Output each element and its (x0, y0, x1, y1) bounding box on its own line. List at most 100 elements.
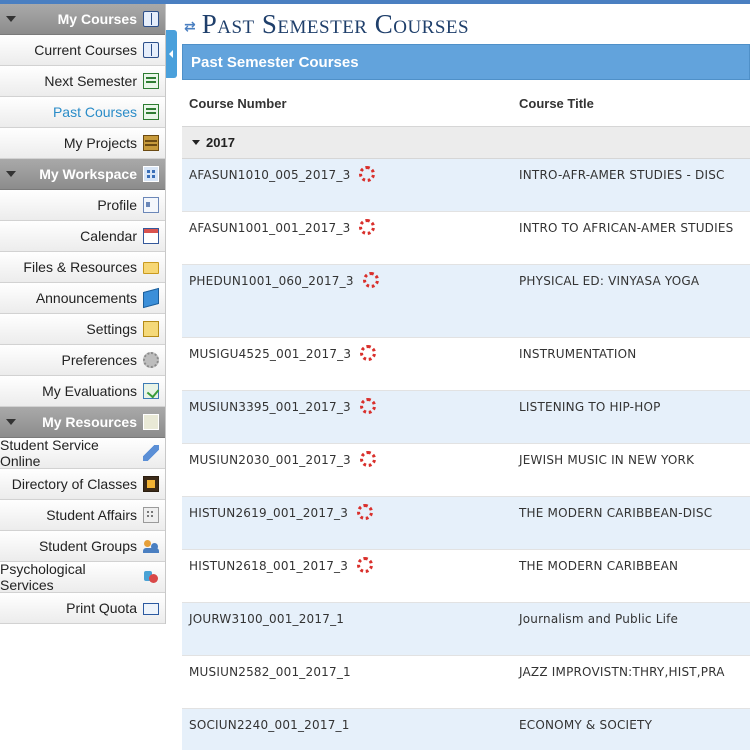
sidebar-item-label: Student Groups (38, 538, 137, 554)
sidebar-item[interactable]: Profile (0, 190, 165, 221)
directory-icon (143, 476, 159, 492)
canvas-logo-icon[interactable] (362, 272, 379, 288)
course-number[interactable]: AFASUN1010_005_2017_3 (189, 168, 350, 182)
course-title-cell: JAZZ IMPROVISTN:THRY,HIST,PRA (519, 665, 725, 679)
table-row[interactable]: AFASUN1010_005_2017_3 INTRO-AFR-AMER STUD… (182, 159, 750, 212)
sidebar-item[interactable]: Next Semester (0, 66, 165, 97)
past-courses-icon (143, 104, 159, 120)
course-number[interactable]: AFASUN1001_001_2017_3 (189, 221, 350, 235)
sidebar-item[interactable]: Files & Resources (0, 252, 165, 283)
course-title-cell: INTRO-AFR-AMER STUDIES - DISC (519, 168, 725, 182)
course-number[interactable]: MUSIUN2582_001_2017_1 (189, 665, 351, 679)
psych-services-icon (143, 569, 159, 585)
projects-icon (143, 135, 159, 151)
course-number-cell: AFASUN1010_005_2017_3 (182, 159, 512, 182)
table-row[interactable]: AFASUN1001_001_2017_3 INTRO TO AFRICAN-AM… (182, 212, 750, 265)
resources-icon (143, 414, 159, 430)
main-content: ⇄ Past Semester Courses Past Semester Co… (182, 4, 750, 750)
canvas-logo-icon[interactable] (359, 451, 376, 467)
sidebar-item[interactable]: Past Courses (0, 97, 165, 128)
folder-icon (143, 262, 159, 274)
course-title-cell: THE MODERN CARIBBEAN (519, 559, 679, 573)
swap-arrows-icon[interactable]: ⇄ (184, 18, 196, 35)
table-row[interactable]: MUSIGU4525_001_2017_3 INSTRUMENTATION (182, 338, 750, 391)
course-number-cell: SOCIUN2240_001_2017_1 (182, 709, 512, 732)
table-row[interactable]: MUSIUN3395_001_2017_3 LISTENING TO HIP-HO… (182, 391, 750, 444)
workspace-grid-icon (143, 166, 159, 182)
course-number-cell: JOURW3100_001_2017_1 (182, 603, 512, 626)
canvas-logo-icon[interactable] (357, 504, 374, 520)
sidebar-item[interactable]: Calendar (0, 221, 165, 252)
sidebar: My Courses Current Courses Next Semester Pa… (0, 4, 166, 624)
year-group-label: 2017 (206, 135, 235, 150)
sidebar-item[interactable]: Student Service Online (0, 437, 165, 469)
sidebar-item[interactable]: Directory of Classes (0, 469, 165, 500)
course-number-cell: MUSIUN2030_001_2017_3 (182, 444, 512, 467)
canvas-logo-icon[interactable] (359, 219, 376, 235)
course-number[interactable]: JOURW3100_001_2017_1 (189, 612, 344, 626)
course-number[interactable]: HISTUN2618_001_2017_3 (189, 559, 348, 573)
sidebar-item[interactable]: Announcements (0, 283, 165, 314)
course-number-cell: MUSIGU4525_001_2017_3 (182, 338, 512, 361)
sidebar-item-label: Profile (97, 197, 137, 213)
course-number[interactable]: MUSIUN3395_001_2017_3 (189, 400, 351, 414)
course-table-body: AFASUN1010_005_2017_3 INTRO-AFR-AMER STUD… (182, 159, 750, 750)
year-group-row[interactable]: 2017 (182, 126, 750, 159)
course-number[interactable]: SOCIUN2240_001_2017_1 (189, 718, 350, 732)
section-title: My Resources (42, 414, 137, 430)
course-number[interactable]: HISTUN2619_001_2017_3 (189, 506, 348, 520)
canvas-logo-icon[interactable] (359, 398, 376, 414)
sidebar-item[interactable]: Settings (0, 314, 165, 345)
table-row[interactable]: HISTUN2618_001_2017_3 THE MODERN CARIBBEA… (182, 550, 750, 603)
table-row[interactable]: JOURW3100_001_2017_1 Journalism and Publi… (182, 603, 750, 656)
sidebar-item[interactable]: Student Affairs (0, 500, 165, 531)
canvas-logo-icon[interactable] (357, 557, 374, 573)
sidebar-item[interactable]: My Projects (0, 128, 165, 159)
caret-down-icon[interactable] (6, 171, 16, 177)
column-header-title[interactable]: Course Title (512, 96, 750, 111)
course-number[interactable]: MUSIGU4525_001_2017_3 (189, 347, 351, 361)
course-number[interactable]: PHEDUN1001_060_2017_3 (189, 274, 354, 288)
course-title-cell: Journalism and Public Life (519, 612, 679, 626)
course-title-cell: THE MODERN CARIBBEAN-DISC (519, 506, 713, 520)
building-icon (143, 507, 159, 523)
course-title-cell: ECONOMY & SOCIETY (519, 718, 653, 732)
course-number-cell: MUSIUN2582_001_2017_1 (182, 656, 512, 679)
course-title-cell: PHYSICAL ED: VINYASA YOGA (519, 274, 700, 288)
settings-icon (143, 321, 159, 337)
sidebar-item[interactable]: Psychological Services (0, 561, 165, 593)
table-row[interactable]: SOCIUN2240_001_2017_1 ECONOMY & SOCIETY (182, 709, 750, 750)
page-title: Past Semester Courses (201, 8, 470, 39)
sidebar-item[interactable]: Preferences (0, 345, 165, 376)
sidebar-item[interactable]: Student Groups (0, 531, 165, 562)
sidebar-collapse-toggle[interactable] (166, 30, 177, 78)
gear-icon (143, 352, 159, 368)
table-row[interactable]: PHEDUN1001_060_2017_3 PHYSICAL ED: VINYAS… (182, 265, 750, 338)
section-title: My Workspace (39, 166, 137, 182)
course-title-cell: JEWISH MUSIC IN NEW YORK (519, 453, 695, 467)
sidebar-item[interactable]: My Evaluations (0, 376, 165, 407)
caret-down-icon[interactable] (6, 419, 16, 425)
panel-header: Past Semester Courses (182, 44, 750, 80)
column-header-number[interactable]: Course Number (182, 96, 512, 111)
table-row[interactable]: HISTUN2619_001_2017_3 THE MODERN CARIBBEA… (182, 497, 750, 550)
canvas-logo-icon[interactable] (359, 166, 376, 182)
group-icon (143, 538, 159, 554)
sidebar-item-label: Next Semester (44, 73, 137, 89)
sidebar-section-header[interactable]: My Resources (0, 407, 165, 438)
caret-down-icon[interactable] (192, 140, 200, 145)
sidebar-item[interactable]: Print Quota (0, 593, 165, 624)
course-title-cell: INTRO TO AFRICAN-AMER STUDIES (519, 221, 734, 235)
course-book-icon (143, 11, 159, 27)
canvas-logo-icon[interactable] (360, 345, 377, 361)
sidebar-section-header[interactable]: My Workspace (0, 159, 165, 190)
sidebar-item-label: Current Courses (34, 42, 137, 58)
sidebar-section-header[interactable]: My Courses (0, 4, 165, 35)
table-row[interactable]: MUSIUN2030_001_2017_3 JEWISH MUSIC IN NEW… (182, 444, 750, 497)
course-number[interactable]: MUSIUN2030_001_2017_3 (189, 453, 351, 467)
caret-down-icon[interactable] (6, 16, 16, 22)
course-number-cell: AFASUN1001_001_2017_3 (182, 212, 512, 235)
sidebar-item[interactable]: Current Courses (0, 35, 165, 66)
calendar-icon (143, 228, 159, 244)
table-row[interactable]: MUSIUN2582_001_2017_1 JAZZ IMPROVISTN:THR… (182, 656, 750, 709)
